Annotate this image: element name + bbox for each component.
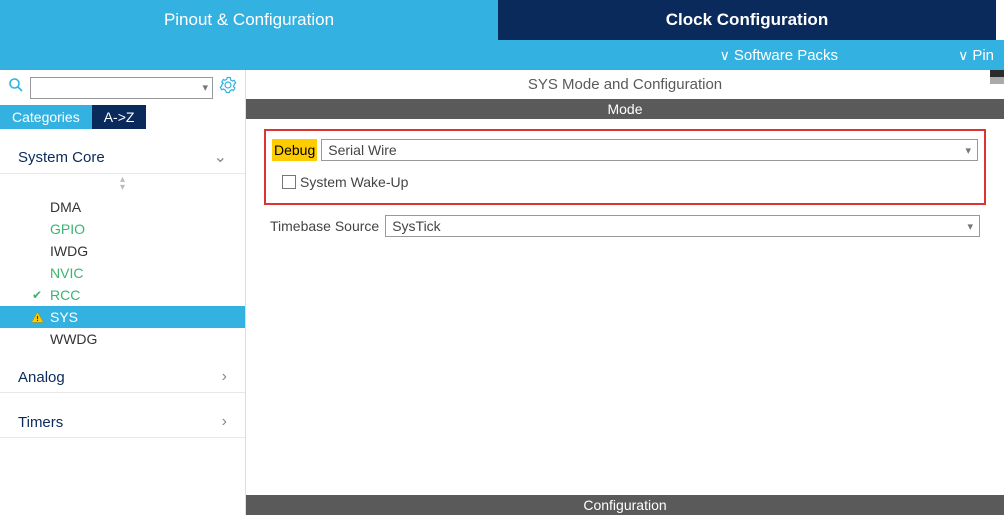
timebase-value: SysTick	[392, 218, 440, 234]
panel-title: SYS Mode and Configuration	[246, 70, 1004, 99]
chevron-down-icon: ▾	[202, 81, 208, 94]
chevron-down-icon: ⌄	[214, 147, 227, 167]
chevron-down-icon: ∨	[958, 47, 968, 64]
search-icon[interactable]	[8, 77, 24, 98]
main-tabs: Pinout & Configuration Clock Configurati…	[0, 0, 1004, 40]
chevron-down-icon: ∨	[720, 47, 730, 64]
chevron-down-icon: ▾	[965, 144, 971, 157]
group-analog[interactable]: Analog ›	[0, 362, 245, 393]
tab-divider	[996, 0, 1004, 40]
system-wakeup-label: System Wake-Up	[300, 174, 408, 190]
sidebar-item-iwdg[interactable]: IWDG	[0, 240, 245, 262]
collapse-handle-icon[interactable]	[990, 70, 1004, 84]
system-wakeup-checkbox[interactable]	[282, 175, 296, 189]
group-label: System Core	[18, 149, 105, 166]
sidebar-sort-tabs: Categories A->Z	[0, 105, 245, 129]
group-timers[interactable]: Timers ›	[0, 407, 245, 438]
mode-section-header: Mode	[246, 99, 1004, 119]
debug-value: Serial Wire	[328, 142, 396, 158]
category-tree: System Core ⌄ ▴▾ DMA GPIO IWDG NVIC ✔RCC…	[0, 129, 245, 438]
highlight-box: Debug Serial Wire ▾ System Wake-Up	[264, 129, 986, 205]
check-icon: ✔	[30, 288, 44, 302]
software-packs-menu[interactable]: ∨ Software Packs	[710, 47, 848, 64]
chevron-right-icon: ›	[222, 413, 227, 431]
group-system-core[interactable]: System Core ⌄	[0, 141, 245, 174]
main-panel: SYS Mode and Configuration Mode Debug Se…	[246, 70, 1004, 515]
tab-categories[interactable]: Categories	[0, 105, 92, 129]
sub-toolbar: ∨ Software Packs ∨ Pin	[0, 40, 1004, 70]
pin-label: Pin	[972, 47, 994, 64]
sort-indicator-icon[interactable]: ▴▾	[0, 174, 245, 196]
tab-clock-configuration[interactable]: Clock Configuration	[498, 0, 996, 40]
timebase-dropdown[interactable]: SysTick ▾	[385, 215, 980, 237]
timebase-label: Timebase Source	[270, 218, 379, 234]
sidebar-item-dma[interactable]: DMA	[0, 196, 245, 218]
gear-icon[interactable]	[219, 76, 237, 99]
sidebar-item-gpio[interactable]: GPIO	[0, 218, 245, 240]
search-input[interactable]: ▾	[30, 77, 213, 99]
chevron-down-icon: ▾	[967, 220, 973, 233]
search-row: ▾	[0, 70, 245, 105]
configuration-section-header: Configuration	[246, 495, 1004, 515]
group-label: Analog	[18, 369, 65, 386]
warning-icon	[30, 311, 44, 324]
debug-dropdown[interactable]: Serial Wire ▾	[321, 139, 978, 161]
sidebar-item-sys[interactable]: SYS	[0, 306, 245, 328]
debug-label: Debug	[272, 139, 317, 161]
sidebar-item-wwdg[interactable]: WWDG	[0, 328, 245, 350]
chevron-right-icon: ›	[222, 368, 227, 386]
software-packs-label: Software Packs	[734, 47, 838, 64]
pin-menu[interactable]: ∨ Pin	[948, 47, 1004, 64]
sidebar-item-rcc[interactable]: ✔RCC	[0, 284, 245, 306]
sidebar-item-nvic[interactable]: NVIC	[0, 262, 245, 284]
group-label: Timers	[18, 414, 63, 431]
tab-a-to-z[interactable]: A->Z	[92, 105, 147, 129]
tab-pinout-configuration[interactable]: Pinout & Configuration	[0, 0, 498, 40]
sidebar: ▾ Categories A->Z System Core ⌄ ▴▾ DMA G…	[0, 70, 246, 515]
